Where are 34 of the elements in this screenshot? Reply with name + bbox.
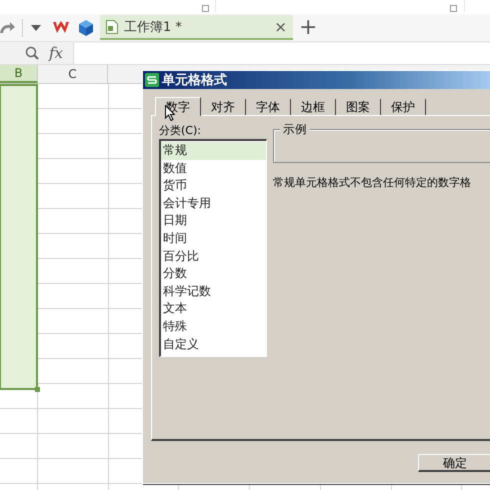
category-item[interactable]: 数值: [161, 160, 266, 178]
column-header[interactable]: C: [38, 65, 108, 83]
cube-icon[interactable]: [78, 20, 94, 36]
expand-icon[interactable]: [202, 5, 209, 12]
category-item[interactable]: 文本: [161, 300, 266, 318]
dropdown-icon[interactable]: [31, 24, 41, 30]
category-item[interactable]: 货币: [161, 177, 266, 195]
spreadsheet-icon: [106, 20, 118, 34]
sample-label: 示例: [280, 122, 310, 137]
zoom-icon[interactable]: [25, 46, 39, 60]
expand-icon[interactable]: [450, 5, 457, 12]
w-logo-icon[interactable]: [53, 21, 69, 34]
category-label: 分类(C):: [159, 124, 202, 137]
category-item[interactable]: 科学记数: [161, 282, 266, 300]
ok-button[interactable]: 确定: [418, 454, 490, 472]
s-logo-icon: [145, 73, 159, 87]
format-description: 常规单元格格式不包含任何特定的数字格: [273, 175, 472, 190]
formula-input[interactable]: [73, 42, 490, 64]
category-item[interactable]: 会计专用: [161, 194, 266, 212]
category-item[interactable]: 自定义: [161, 336, 266, 354]
redo-icon[interactable]: [0, 20, 16, 34]
new-tab-button[interactable]: +: [299, 16, 318, 38]
dialog-title: 单元格格式: [162, 72, 227, 89]
function-label[interactable]: fx: [49, 44, 73, 62]
close-tab-button[interactable]: ×: [274, 18, 287, 36]
tab-title: 工作簿1 *: [124, 18, 183, 36]
document-tab[interactable]: 工作簿1 * ×: [100, 15, 293, 40]
category-item[interactable]: 百分比: [161, 248, 266, 266]
category-item[interactable]: 日期: [161, 212, 266, 230]
category-item[interactable]: 特殊: [161, 318, 266, 336]
column-header[interactable]: B: [0, 65, 38, 83]
category-item[interactable]: 常规: [161, 142, 266, 160]
category-item[interactable]: 时间: [161, 230, 266, 248]
category-item[interactable]: 分数: [161, 265, 266, 283]
